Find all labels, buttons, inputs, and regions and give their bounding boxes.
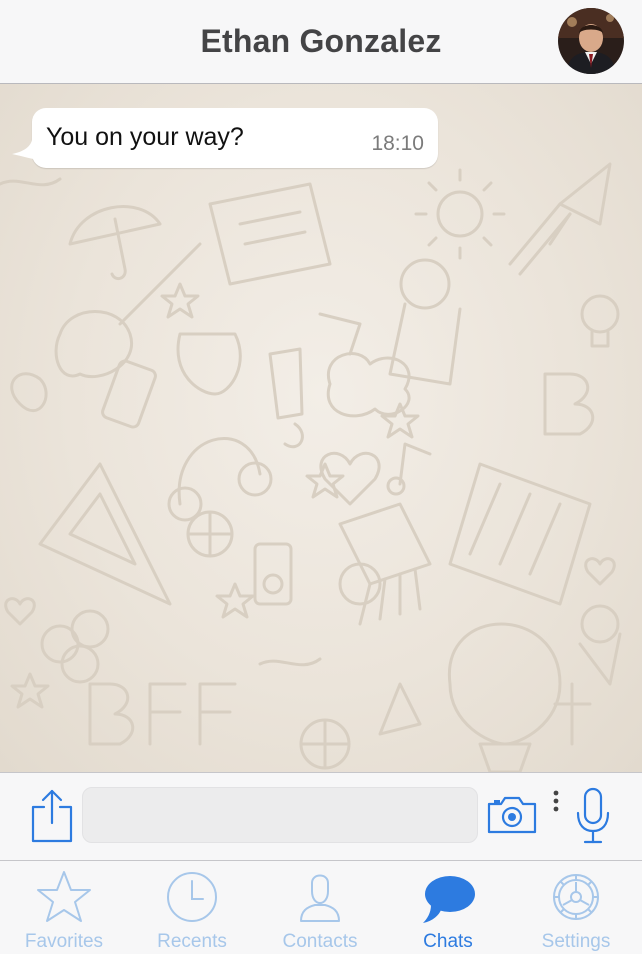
tab-label-contacts: Contacts (282, 931, 358, 952)
message-bubble-incoming[interactable]: You on your way? 18:10 (32, 108, 438, 168)
message-text: You on your way? (46, 123, 244, 151)
tab-settings[interactable]: Settings (512, 861, 640, 954)
share-icon (31, 789, 73, 843)
doodle-wallpaper (0, 162, 622, 772)
camera-button[interactable] (486, 795, 538, 835)
person-icon (300, 874, 340, 922)
contact-avatar[interactable] (558, 8, 624, 74)
camera-icon (487, 796, 537, 834)
message-input[interactable] (82, 787, 478, 843)
contact-name-title[interactable]: Ethan Gonzalez (200, 23, 441, 60)
tab-chats[interactable]: Chats (384, 861, 512, 954)
voice-record-button[interactable] (574, 787, 612, 845)
chat-bubble-icon (423, 876, 475, 923)
tab-label-favorites: Favorites (24, 931, 104, 952)
star-icon (37, 871, 91, 922)
gear-icon (553, 874, 599, 920)
share-button[interactable] (30, 789, 74, 843)
tab-label-recents: Recents (157, 931, 227, 952)
tab-contacts[interactable]: Contacts (256, 861, 384, 954)
tab-label-chats: Chats (423, 931, 473, 952)
message-composer-bar (0, 772, 642, 860)
microphone-icon (576, 787, 610, 844)
tab-recents[interactable]: Recents (128, 861, 256, 954)
clock-icon (167, 872, 217, 922)
tab-label-settings: Settings (541, 931, 611, 952)
chat-messages-area[interactable]: You on your way? 18:10 (0, 84, 642, 772)
bubble-tail (12, 140, 42, 160)
message-timestamp: 18:10 (371, 132, 424, 155)
more-options-button[interactable] (551, 789, 561, 813)
tab-favorites[interactable]: Favorites (0, 861, 128, 954)
tab-bar: Favorites Recents Contacts Chats Setting… (0, 860, 642, 954)
more-dots-icon (553, 790, 559, 812)
chat-header: Ethan Gonzalez (0, 0, 642, 84)
